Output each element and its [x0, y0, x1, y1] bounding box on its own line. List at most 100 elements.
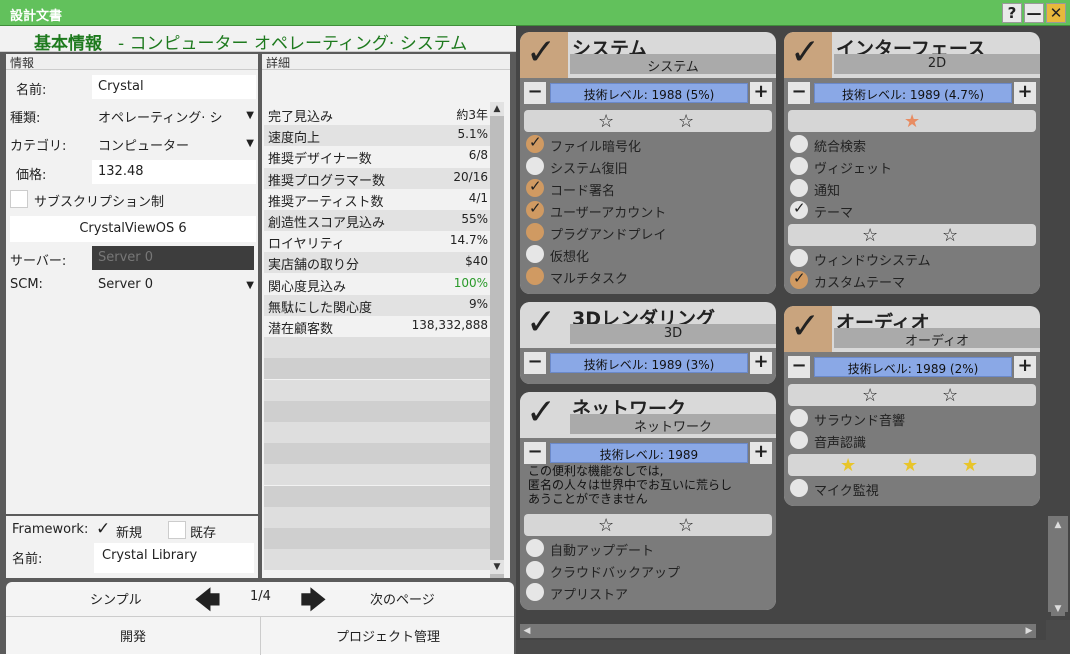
- detail-label: 推奨プログラマー数: [268, 173, 386, 189]
- check-icon: ✓: [526, 32, 557, 73]
- decrease-button[interactable]: −: [524, 82, 546, 104]
- info-section-heading: 情報: [6, 54, 258, 70]
- project-management-button[interactable]: プロジェクト管理: [262, 617, 514, 655]
- increase-button[interactable]: +: [750, 82, 772, 104]
- scroll-down-icon[interactable]: ▼: [1051, 602, 1065, 616]
- scroll-up-icon[interactable]: ▲: [1051, 518, 1065, 532]
- feature-checkbox-system[interactable]: ✓: [520, 32, 568, 78]
- detail-row-empty: [264, 379, 490, 401]
- scroll-up-icon[interactable]: ▲: [490, 102, 504, 116]
- develop-button[interactable]: 開発: [6, 617, 261, 655]
- scroll-right-icon[interactable]: ▶: [1022, 624, 1036, 638]
- decrease-button[interactable]: −: [524, 352, 546, 374]
- decrease-button[interactable]: −: [788, 356, 810, 378]
- detail-label: 関心度見込み: [268, 279, 347, 295]
- decrease-button[interactable]: −: [524, 442, 546, 464]
- detail-row-empty: [264, 464, 490, 486]
- close-button[interactable]: ✕: [1046, 3, 1066, 23]
- check-icon: [790, 199, 808, 219]
- increase-button[interactable]: +: [1014, 356, 1036, 378]
- star-outline-icon: ☆: [598, 111, 615, 132]
- chevron-down-icon: ▼: [246, 110, 254, 121]
- feature-checkbox-audio[interactable]: ✓: [784, 306, 832, 352]
- scm-select[interactable]: Server 0: [92, 273, 256, 297]
- category-row: カテゴリ: コンピューター ▼: [6, 131, 258, 155]
- existing-checkbox[interactable]: [168, 521, 186, 539]
- details-scrollbar[interactable]: [490, 102, 504, 578]
- subscription-checkbox[interactable]: [10, 190, 28, 208]
- type-label: 種類:: [10, 111, 41, 126]
- detail-label: 推奨アーティスト数: [268, 194, 384, 210]
- unchecked-icon: [526, 561, 544, 579]
- tech-level-bar: 技術レベル: 1989 (2%): [814, 357, 1012, 377]
- name-row: 名前: Crystal: [6, 75, 258, 99]
- scroll-track[interactable]: [520, 624, 1036, 638]
- check-icon: [526, 177, 544, 197]
- feature-card-system: ✓ システム システム − 技術レベル: 1988 (5%) + ☆ ☆ ファイ…: [520, 32, 776, 294]
- detail-row-empty: [264, 358, 490, 380]
- feature-subtitle: 3D: [570, 324, 776, 344]
- detail-row-empty: [264, 422, 490, 443]
- feature-checkbox-interface[interactable]: ✓: [784, 32, 832, 78]
- unchecked-icon: [790, 249, 808, 267]
- feature-card-audio: ✓ オーディオ オーディオ − 技術レベル: 1989 (2%) + ☆ ☆ サ…: [784, 306, 1040, 506]
- detail-value: 6/8: [468, 148, 488, 163]
- next-page-button[interactable]: 次のページ: [370, 589, 435, 608]
- star-rating: ☆ ☆: [524, 514, 772, 536]
- help-button[interactable]: ?: [1002, 3, 1022, 23]
- price-label: 価格:: [16, 168, 47, 183]
- star-filled-icon: ★: [840, 455, 857, 476]
- simple-button[interactable]: シンプル: [90, 589, 142, 608]
- category-select[interactable]: コンピューター: [92, 131, 256, 155]
- increase-button[interactable]: +: [750, 442, 772, 464]
- star-filled-icon: ★: [902, 455, 919, 476]
- new-checkbox[interactable]: ✓: [96, 519, 110, 539]
- page-title: 基本情報: [34, 34, 102, 54]
- feature-checkbox-3d-rendering[interactable]: ✓: [520, 302, 568, 348]
- detail-row: ロイヤリティ 14.7%: [264, 231, 490, 253]
- feature-description: この便利な機能なしでは, 匿名の人々は世界中でお互いに荒らし あうことができませ…: [528, 464, 733, 506]
- detail-row: 創造性スコア見込み 55%: [264, 210, 490, 231]
- name-label: 名前:: [16, 83, 47, 98]
- type-select[interactable]: オペレーティング· シ: [92, 103, 256, 127]
- page-subtitle: - コンピューター オペレーティング· システム: [118, 34, 468, 54]
- scroll-left-icon[interactable]: ◀: [520, 624, 534, 638]
- unchecked-icon: [526, 583, 544, 601]
- feature-subtitle: ネットワーク: [570, 414, 776, 435]
- detail-label: ロイヤリティ: [268, 237, 345, 253]
- detail-row: 推奨アーティスト数 4/1: [264, 188, 490, 210]
- feature-checkbox-network[interactable]: ✓: [520, 392, 568, 438]
- unchecked-icon: [790, 409, 808, 427]
- check-icon: [790, 269, 808, 289]
- title-bar: 設計文書 ? — ✕: [0, 0, 1070, 26]
- framework-label: Framework:: [12, 522, 89, 537]
- new-label: 新規: [116, 526, 143, 541]
- increase-button[interactable]: +: [750, 352, 772, 374]
- category-label: カテゴリ:: [10, 139, 67, 154]
- star-rating: ☆ ☆: [788, 224, 1036, 246]
- star-outline-icon: ☆: [598, 515, 615, 536]
- minimize-button[interactable]: —: [1024, 3, 1044, 23]
- check-icon: ✓: [526, 302, 557, 343]
- bottom-actions: 開発 プロジェクト管理: [6, 616, 514, 655]
- features-horizontal-scrollbar[interactable]: ◀ ▶: [516, 620, 1046, 640]
- star-rating: ☆ ☆: [788, 384, 1036, 406]
- decrease-button[interactable]: −: [788, 82, 810, 104]
- feature-body: − 技術レベル: 1989 (4.7%) + ★ 統合検索 ヴィジェット 通知 …: [784, 78, 1040, 294]
- unchecked-icon: [790, 179, 808, 197]
- detail-value: 20/16: [453, 169, 488, 184]
- scroll-down-icon[interactable]: ▼: [490, 560, 504, 574]
- feature-card-interface: ✓ インターフェース 2D − 技術レベル: 1989 (4.7%) + ★ 統…: [784, 32, 1040, 294]
- framework-name-input[interactable]: Crystal Library: [94, 543, 254, 573]
- detail-value: 9%: [468, 296, 488, 311]
- server-select[interactable]: Server 0: [92, 246, 254, 270]
- tech-level-control: − 技術レベル: 1988 (5%) +: [524, 82, 772, 104]
- product-name[interactable]: CrystalViewOS 6: [10, 216, 256, 242]
- unchecked-icon: [790, 431, 808, 449]
- price-input[interactable]: 132.48: [92, 160, 256, 184]
- feature-subtitle: 2D: [834, 54, 1040, 74]
- page-header: 基本情報 - コンピューター オペレーティング· システム: [0, 26, 516, 54]
- features-scrollbar[interactable]: ▲ ▼: [1046, 26, 1070, 620]
- name-input[interactable]: Crystal: [92, 75, 256, 99]
- increase-button[interactable]: +: [1014, 82, 1036, 104]
